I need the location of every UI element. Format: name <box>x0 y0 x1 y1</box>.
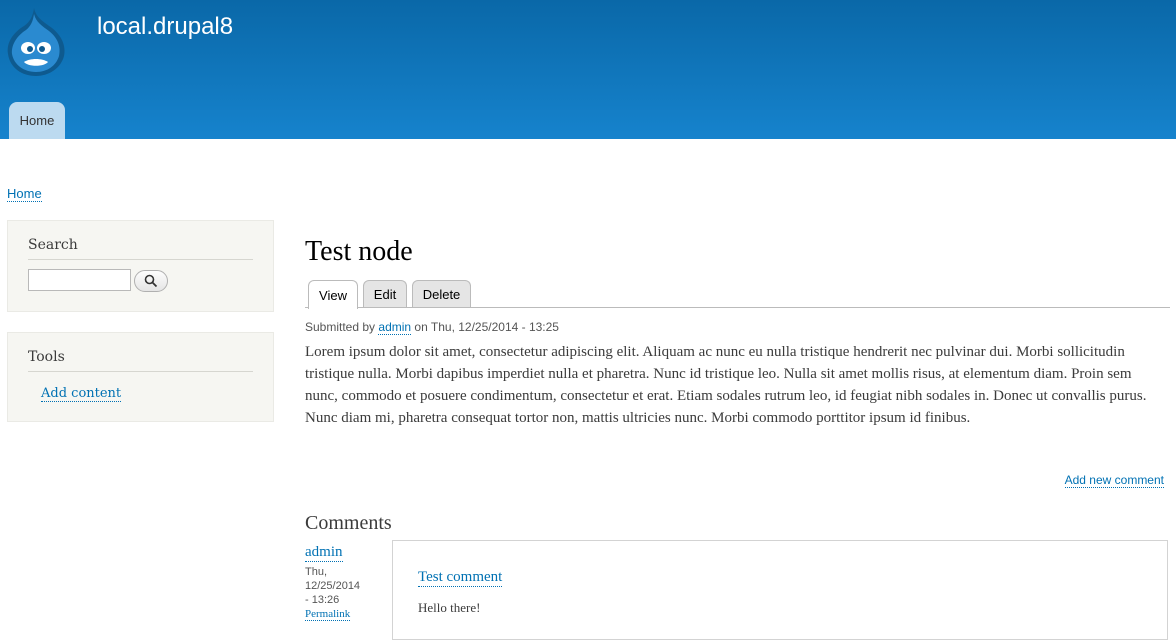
comment-date-line: 12/25/2014 <box>305 580 361 592</box>
divider <box>28 371 253 372</box>
divider <box>28 259 253 260</box>
add-new-comment-link[interactable]: Add new comment <box>1064 473 1164 488</box>
add-content-link[interactable]: Add content <box>41 386 122 402</box>
comment-subject-link[interactable]: Test comment <box>418 569 503 587</box>
comment-date: Thu, 12/25/2014 - 13:26 <box>305 565 375 607</box>
node-body: Lorem ipsum dolor sit amet, consectetur … <box>305 344 1147 426</box>
tools-block-title: Tools <box>28 349 65 365</box>
comment-permalink[interactable]: Permalink <box>305 608 351 621</box>
submitted-date: on Thu, 12/25/2014 - 13:25 <box>414 320 559 334</box>
submitted-info: Submitted by admin on Thu, 12/25/2014 - … <box>305 320 559 335</box>
tab-delete[interactable]: Delete <box>412 280 471 307</box>
breadcrumb: Home <box>7 186 42 202</box>
breadcrumb-home-link[interactable]: Home <box>7 186 42 202</box>
tab-edit[interactable]: Edit <box>363 280 407 307</box>
search-block-title: Search <box>28 237 78 253</box>
site-name-link[interactable]: local.drupal8 <box>97 13 233 41</box>
submitted-prefix: Submitted by <box>305 320 376 334</box>
search-button[interactable] <box>134 270 168 292</box>
comment-date-line: - 13:26 <box>305 594 340 606</box>
search-block: Search <box>7 220 274 312</box>
tabs-divider <box>305 307 1170 308</box>
nav-home-tab[interactable]: Home <box>9 102 65 139</box>
tab-view[interactable]: View <box>308 280 358 309</box>
comment-author-link[interactable]: admin <box>305 544 343 562</box>
comments-title: Comments <box>305 512 392 534</box>
page-title: Test node <box>305 236 413 267</box>
site-header: local.drupal8 Home <box>0 0 1176 139</box>
search-input[interactable] <box>28 269 131 291</box>
drupal-logo-icon[interactable] <box>4 6 68 76</box>
comment-body: Hello there! <box>418 600 481 615</box>
comment-date-line: Thu, <box>305 566 328 578</box>
tools-block: Tools Add content <box>7 332 274 422</box>
author-link[interactable]: admin <box>378 320 412 335</box>
comment-content: Test comment Hello there! <box>392 540 1168 640</box>
search-icon <box>144 274 158 288</box>
